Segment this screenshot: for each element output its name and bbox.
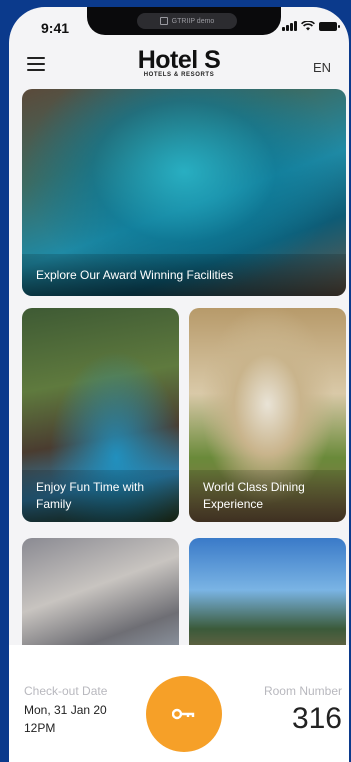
app-header: Hotel S HOTELS & RESORTS EN (9, 43, 349, 87)
status-time: 9:41 (41, 20, 70, 36)
room-number-value: 316 (291, 702, 342, 735)
card-facilities[interactable]: Explore Our Award Winning Facilities (22, 89, 346, 296)
notch-pill: GTRIIP demo (137, 13, 237, 29)
booking-panel: Check-out Date Mon, 31 Jan 20 12PM Room … (9, 645, 349, 762)
key-icon (172, 708, 195, 720)
recording-icon (159, 17, 168, 25)
notch-label: GTRIIP demo (171, 17, 215, 25)
checkout-label: Check-out Date (24, 684, 108, 698)
notch: GTRIIP demo (87, 7, 281, 35)
phone-screen: 9:41 GTRIIP demo Hotel S HOTELS & RESORT… (9, 7, 349, 762)
status-bar: 9:41 GTRIIP demo (9, 7, 349, 43)
battery-icon (319, 22, 340, 31)
language-selector[interactable]: EN (313, 60, 331, 75)
wifi-icon (301, 21, 315, 31)
card-family[interactable]: Enjoy Fun Time with Family (22, 308, 179, 522)
room-number-label: Room Number (263, 684, 342, 698)
card-caption: World Class Dining Experience (189, 470, 346, 522)
signal-icon (282, 21, 297, 31)
card-dining[interactable]: World Class Dining Experience (189, 308, 346, 522)
hotel-logo: Hotel S HOTELS & RESORTS (9, 47, 349, 78)
card-caption: Explore Our Award Winning Facilities (22, 254, 346, 296)
logo-title: Hotel S (137, 46, 221, 74)
digital-key-button[interactable] (146, 676, 222, 752)
system-icons (282, 21, 340, 31)
checkout-date: Mon, 31 Jan 20 12PM (24, 703, 107, 735)
card-caption: Enjoy Fun Time with Family (22, 470, 179, 522)
logo-subtitle: HOTELS & RESORTS (143, 72, 215, 78)
